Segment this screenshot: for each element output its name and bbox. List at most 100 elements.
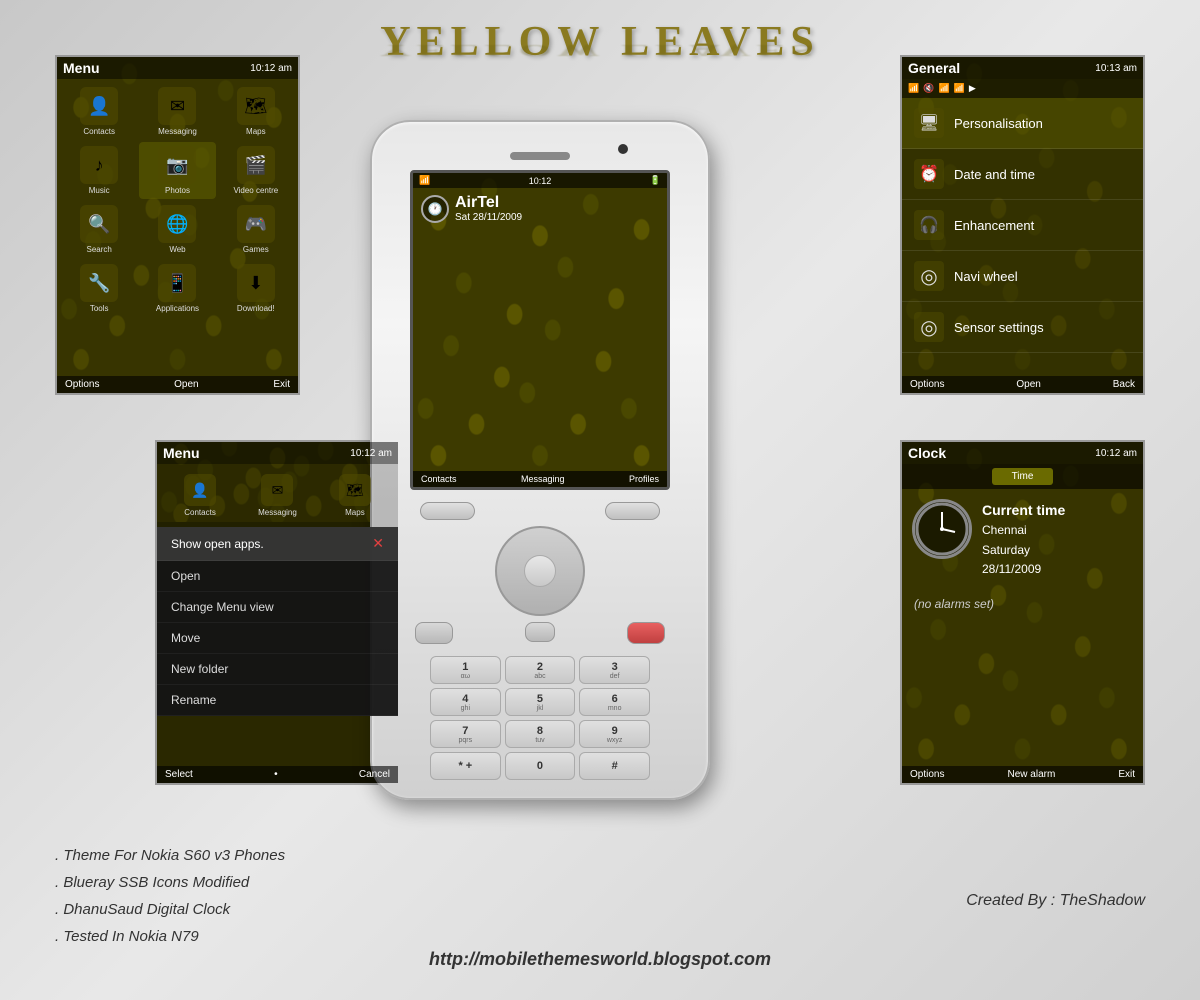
tools-icon: 🔧 (80, 264, 118, 302)
phone-menu-btn[interactable] (525, 622, 555, 642)
ctx-contacts[interactable]: 👤 Contacts (182, 470, 218, 521)
messaging-icon: ✉ (158, 87, 196, 125)
general-item-sensor[interactable]: ◎ Sensor settings (902, 302, 1143, 353)
tools-label: Tools (90, 304, 109, 313)
general-open-btn[interactable]: Open (1016, 379, 1040, 390)
menu-item-search[interactable]: 🔍 Search (61, 201, 137, 258)
phone-key-1[interactable]: 1αω (430, 656, 501, 684)
phone-key-0[interactable]: 0 (505, 752, 576, 780)
phone-screen-overlay: 📶 10:12 🔋 🕐 AirTel Sat 28/11/2009 (413, 173, 667, 229)
ctx-show-open-apps-label: Show open apps. (171, 537, 264, 551)
messaging-label: Messaging (158, 127, 197, 136)
phone-key-8[interactable]: 8tuv (505, 720, 576, 748)
phone-call-btn[interactable] (415, 622, 453, 644)
phone-left-soft-key[interactable] (420, 502, 475, 520)
general-options-btn[interactable]: Options (910, 379, 944, 390)
web-icon: 🌐 (158, 205, 196, 243)
clock-title: Clock (908, 445, 946, 461)
context-top-icons: 👤 Contacts ✉ Messaging 🗺 Maps (157, 464, 398, 527)
ctx-move-label: Move (171, 631, 200, 645)
phone-key-star[interactable]: * + (430, 752, 501, 780)
menu-item-games[interactable]: 🎮 Games (218, 201, 294, 258)
clock-tab-time[interactable]: Time (992, 468, 1054, 485)
ctx-item-move[interactable]: Move (157, 623, 398, 654)
ctx-item-open[interactable]: Open (157, 561, 398, 592)
phone-key-2[interactable]: 2abc (505, 656, 576, 684)
enhancement-icon: 🎧 (914, 210, 944, 240)
ctx-select-btn[interactable]: Select (165, 769, 193, 780)
general-time: 10:13 am (1095, 63, 1137, 74)
menu-item-applications[interactable]: 📱 Applications (139, 260, 215, 317)
clock-tabs: Time (902, 464, 1143, 489)
phone-key-hash[interactable]: # (579, 752, 650, 780)
menu-item-maps[interactable]: 🗺 Maps (218, 83, 294, 140)
menu-item-music[interactable]: ♪ Music (61, 142, 137, 199)
general-back-btn[interactable]: Back (1113, 379, 1135, 390)
music-label: Music (89, 186, 110, 195)
ctx-contacts-icon: 👤 (184, 474, 216, 506)
phone-key-7[interactable]: 7pqrs (430, 720, 501, 748)
ctx-messaging[interactable]: ✉ Messaging (256, 470, 299, 521)
general-panel-footer: Options Open Back (902, 376, 1143, 393)
phone-messaging-shortcut[interactable]: Messaging (521, 474, 565, 484)
ctx-item-rename[interactable]: Rename (157, 685, 398, 716)
menu-panel-footer: Options Open Exit (57, 376, 298, 393)
menu-open-btn[interactable]: Open (174, 379, 198, 390)
datetime-icon: ⏰ (914, 159, 944, 189)
ctx-item-change-view[interactable]: Change Menu view (157, 592, 398, 623)
phone-dpad-center[interactable] (524, 555, 556, 587)
games-icon: 🎮 (237, 205, 275, 243)
menu-exit-btn[interactable]: Exit (273, 379, 290, 390)
clock-new-alarm-btn[interactable]: New alarm (1008, 769, 1056, 780)
phone-key-9[interactable]: 9wxyz (579, 720, 650, 748)
info-line-1: . Theme For Nokia S60 v3 Phones (55, 842, 285, 869)
download-icon: ⬇ (237, 264, 275, 302)
menu-item-video[interactable]: 🎬 Video centre (218, 142, 294, 199)
enhancement-label: Enhancement (954, 218, 1034, 233)
menu-item-contacts[interactable]: 👤 Contacts (61, 83, 137, 140)
menu-item-web[interactable]: 🌐 Web (139, 201, 215, 258)
phone-key-3[interactable]: 3def (579, 656, 650, 684)
ctx-item-new-folder[interactable]: New folder (157, 654, 398, 685)
clock-exit-btn[interactable]: Exit (1118, 769, 1135, 780)
ctx-contacts-label: Contacts (184, 508, 216, 517)
ctx-cancel-btn[interactable]: Cancel (359, 769, 390, 780)
menu-item-download[interactable]: ⬇ Download! (218, 260, 294, 317)
clock-info: Current time Chennai Saturday 28/11/2009 (982, 499, 1065, 579)
phone-key-6[interactable]: 6mno (579, 688, 650, 716)
general-item-enhancement[interactable]: 🎧 Enhancement (902, 200, 1143, 251)
general-item-personalisation[interactable]: 🖥 Personalisation (902, 98, 1143, 149)
menu-options-btn[interactable]: Options (65, 379, 99, 390)
video-icon: 🎬 (237, 146, 275, 184)
clock-alarm-text: (no alarms set) (902, 589, 1143, 619)
menu-item-tools[interactable]: 🔧 Tools (61, 260, 137, 317)
phone-end-btn[interactable] (627, 622, 665, 644)
phone-contacts-shortcut[interactable]: Contacts (421, 474, 457, 484)
phone-dpad[interactable] (495, 526, 585, 616)
general-panel-header: General 10:13 am (902, 57, 1143, 79)
ctx-maps-icon: 🗺 (339, 474, 371, 506)
phone-key-4[interactable]: 4ghi (430, 688, 501, 716)
menu-item-photos[interactable]: 📷 Photos (139, 142, 215, 199)
ctx-maps[interactable]: 🗺 Maps (337, 470, 373, 521)
phone-clock-icon: 🕐 (421, 195, 449, 223)
ctx-dot-indicator: • (274, 769, 278, 780)
menu-panel-header: Menu 10:12 am (57, 57, 298, 79)
ctx-change-view-label: Change Menu view (171, 600, 274, 614)
info-line-3: . DhanuSaud Digital Clock (55, 896, 285, 923)
ctx-item-show-open-apps[interactable]: Show open apps. ✕ (157, 527, 398, 561)
menu-item-messaging[interactable]: ✉ Messaging (139, 83, 215, 140)
ctx-rename-label: Rename (171, 693, 216, 707)
general-item-naviwheel[interactable]: ◎ Navi wheel (902, 251, 1143, 302)
phone-right-soft-key[interactable] (605, 502, 660, 520)
phone-profiles-shortcut[interactable]: Profiles (629, 474, 659, 484)
phone-key-5[interactable]: 5jkl (505, 688, 576, 716)
general-item-datetime[interactable]: ⏰ Date and time (902, 149, 1143, 200)
clock-options-btn[interactable]: Options (910, 769, 944, 780)
menu-icons-grid: 👤 Contacts ✉ Messaging 🗺 Maps ♪ Music 📷 … (57, 79, 298, 321)
clock-face-icon (912, 499, 972, 559)
personalisation-icon: 🖥 (914, 108, 944, 138)
maps-label: Maps (246, 127, 266, 136)
search-label: Search (86, 245, 111, 254)
photos-icon: 📷 (158, 146, 196, 184)
